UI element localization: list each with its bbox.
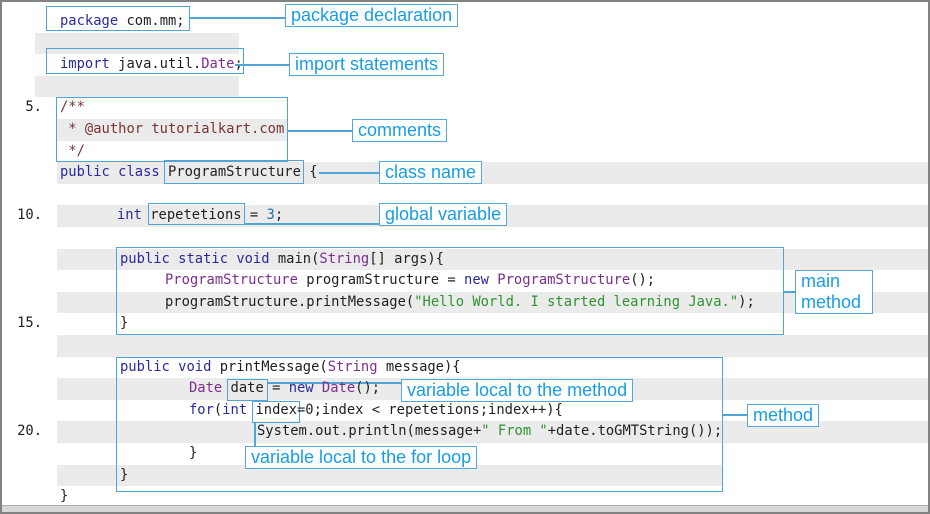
token-plain: com.mm;: [118, 13, 185, 29]
token-type: Date: [189, 380, 223, 397]
line-number: 10.: [17, 207, 42, 224]
label-main-method: main method: [795, 270, 873, 314]
code-line: */: [60, 141, 85, 163]
code-line: int repetetions = 3;: [117, 205, 283, 227]
code-line: public static void main(String[] args){: [120, 249, 444, 271]
token-kw: void: [178, 358, 212, 375]
connector-line: [288, 130, 352, 132]
line-number: 5.: [25, 99, 42, 116]
token-kw: new: [464, 272, 489, 289]
token-plain: );: [738, 293, 755, 310]
connector-line: [235, 64, 289, 66]
token-comment: /**: [60, 99, 85, 116]
token-kw: int: [222, 401, 248, 418]
line-stripe: [35, 75, 239, 98]
token-plain: index=0;index < repetetions;index++){: [247, 401, 563, 418]
token-kw: for: [189, 401, 214, 418]
label-import-statements: import statements: [289, 53, 445, 76]
token-type: ProgramStructure: [165, 272, 298, 289]
token-plain: }: [60, 488, 69, 505]
line-stripe: [57, 335, 928, 357]
token-plain: ;: [234, 56, 243, 73]
token-type: Date: [321, 380, 356, 397]
connector-line: [190, 17, 285, 19]
token-comment: */: [60, 142, 85, 159]
label-global-variable: global variable: [379, 203, 508, 226]
token-type: String: [319, 250, 370, 267]
connector-line: [723, 414, 747, 416]
token-plain: (: [213, 401, 223, 418]
token-plain: }: [120, 466, 129, 483]
token-plain: repetetions =: [141, 207, 267, 224]
code-line: * @author tutorialkart.com: [60, 119, 284, 141]
token-plain: }: [120, 315, 129, 332]
label-variable-local-to-the-for-loop: variable local to the for loop: [245, 446, 478, 469]
token-plain: date =: [222, 380, 289, 397]
token-kw: public: [120, 250, 170, 267]
token-comment: * @author tutorialkart.com: [60, 121, 285, 137]
token-type: Date: [201, 56, 235, 73]
code-line: /**: [60, 97, 85, 119]
label-variable-local-to-the-method: variable local to the method: [401, 379, 634, 402]
token-plain: programStructure.printMessage(: [165, 293, 415, 310]
token-kw: static: [178, 250, 228, 267]
code-line: System.out.println(message+" From "+date…: [257, 421, 722, 443]
label-package-declaration: package declaration: [285, 4, 459, 27]
token-plain: main(: [269, 250, 320, 267]
token-string: "Hello World. I started learning Java.": [414, 293, 739, 310]
token-plain: +date.toGMTString());: [547, 423, 723, 440]
token-num: 3: [266, 207, 275, 224]
code-line: }: [120, 465, 128, 487]
token-kw: int: [117, 207, 142, 224]
horizontal-scrollbar-track: [2, 505, 928, 512]
token-plain: message){: [377, 358, 461, 375]
token-plain: [] args){: [369, 250, 444, 267]
token-plain: ;: [274, 207, 284, 224]
token-plain: programStructure =: [297, 272, 465, 289]
token-kw: class: [118, 164, 160, 181]
connector-line: [319, 172, 379, 174]
token-plain: ();: [630, 272, 656, 289]
line-number: 20.: [17, 423, 42, 440]
token-type: ProgramStructure: [497, 272, 631, 289]
code-line: Date date = new Date();: [189, 378, 380, 400]
line-number: 15.: [17, 315, 42, 332]
token-kw: public: [120, 358, 170, 375]
token-plain: System.out.println(message+: [257, 423, 482, 440]
token-plain: ProgramStructure {: [159, 164, 318, 181]
token-kw: public: [60, 164, 110, 181]
token-type: String: [327, 358, 378, 375]
code-line: package com.mm;: [60, 11, 185, 33]
code-line: for(int index=0;index < repetetions;inde…: [189, 400, 563, 422]
label-class-name: class name: [379, 161, 483, 184]
token-plain: }: [189, 445, 198, 461]
annotated-java-program-structure-diagram: 5. 10. 15. 20. package com.mm; import java.ut…: [0, 0, 930, 514]
token-kw: import: [60, 56, 110, 73]
code-line: import java.util.Date;: [60, 54, 243, 76]
code-line: public void printMessage(String message)…: [120, 357, 461, 379]
token-plain: ();: [355, 380, 381, 397]
code-line: ProgramStructure programStructure = new …: [165, 270, 655, 292]
label-comments: comments: [352, 119, 448, 142]
label-method: method: [747, 404, 820, 427]
token-plain: printMessage(: [211, 358, 328, 375]
code-line: }: [189, 443, 197, 465]
token-kw: package: [60, 13, 119, 29]
token-kw: void: [236, 250, 270, 267]
token-plain: java.util.: [109, 56, 202, 73]
code-line: }: [120, 313, 128, 335]
connector-line: [784, 291, 795, 293]
token-string: " From ": [481, 423, 548, 440]
code-line: programStructure.printMessage("Hello Wor…: [165, 292, 755, 314]
token-kw: new: [288, 380, 314, 397]
connector-line: [254, 422, 256, 446]
code-line: public class ProgramStructure {: [60, 162, 318, 184]
